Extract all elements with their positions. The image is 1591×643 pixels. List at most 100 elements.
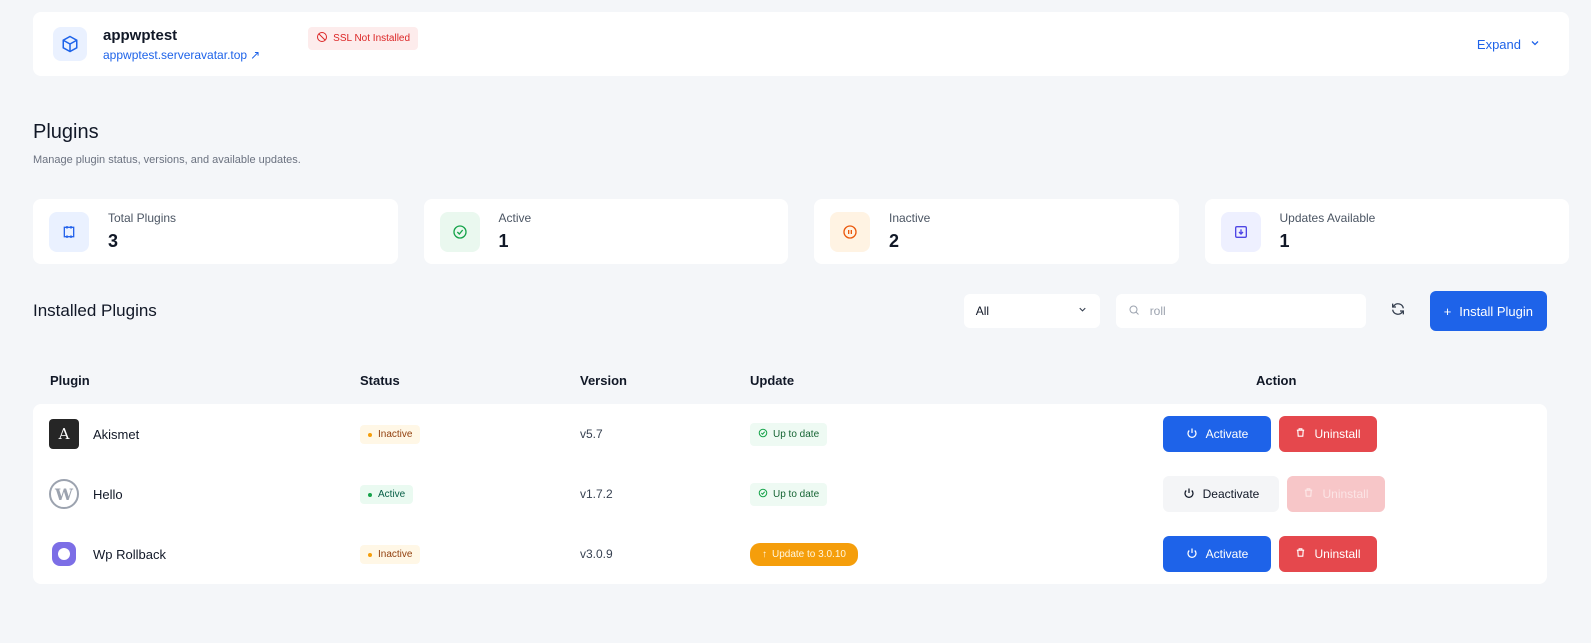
site-card: appwptest appwptest.serveravatar.top ↗ S… [33,12,1569,76]
check-circle-icon [758,488,768,501]
plugin-name: Hello [93,486,123,502]
stat-card-inactive: Inactive 2 [814,199,1179,264]
ssl-warning-icon [316,31,328,46]
stat-label: Total Plugins [108,211,177,225]
power-icon[interactable] [1186,427,1198,442]
section-title: Installed Plugins [33,301,157,320]
wordpress-logo-icon: W [49,479,79,509]
column-header-status: Status [360,372,400,388]
chevron-down-icon[interactable] [1077,304,1088,318]
update-status-text: Up to date [773,428,820,440]
activate-button[interactable]: Activate [1163,416,1271,452]
stats-row: Total Plugins 3 Active 1 Inactive 2 Upda… [33,199,1569,264]
pause-circle-icon [830,211,870,252]
status-badge: Inactive [360,425,421,445]
uninstall-label: Uninstall [1322,487,1369,501]
cube-icon [53,27,87,61]
status-filter-select[interactable]: All [963,294,1100,328]
expand-label[interactable]: Expand [1477,37,1521,52]
expand-button[interactable]: Expand [1477,37,1541,52]
deactivate-label[interactable]: Deactivate [1203,487,1260,501]
uninstall-button[interactable]: Uninstall [1279,416,1377,452]
table-row: Wp Rollback Inactive v3.0.9 ↑ Update to … [33,524,1547,584]
update-status-text: Up to date [773,488,820,500]
install-plugin-label[interactable]: Install Plugin [1459,304,1533,319]
svg-text:W: W [54,485,74,504]
table-row: A Akismet Inactive v5.7 Up to date Activ… [33,404,1547,464]
plugin-version: v5.7 [580,427,603,441]
plugin-name: Wp Rollback [93,546,166,562]
deactivate-button[interactable]: Deactivate [1163,476,1279,512]
uninstall-button-disabled: Uninstall [1287,476,1385,512]
search-value[interactable]: roll [1150,304,1166,318]
column-header-plugin: Plugin [50,372,90,388]
refresh-icon[interactable] [1390,301,1406,322]
activate-label[interactable]: Activate [1206,547,1249,561]
uninstall-label[interactable]: Uninstall [1314,547,1360,561]
site-url-link[interactable]: appwptest.serveravatar.top ↗ [103,48,260,62]
power-icon[interactable] [1186,547,1198,562]
status-dot-icon [368,492,372,497]
akismet-logo-icon: A [49,419,79,449]
plugins-table: Plugin Status Version Update Action A Ak… [33,356,1547,584]
site-url-text[interactable]: appwptest.serveravatar.top [103,48,247,62]
external-link-icon[interactable]: ↗ [250,48,260,62]
status-badge: Inactive [360,545,421,565]
stat-value: 1 [498,231,509,251]
arrow-up-icon[interactable]: ↑ [762,549,767,560]
stat-label: Inactive [889,211,931,225]
site-meta: appwptest appwptest.serveravatar.top ↗ [103,27,260,62]
table-body: A Akismet Inactive v5.7 Up to date Activ… [33,404,1547,584]
column-header-update: Update [750,372,795,388]
stat-label: Active [498,211,532,225]
plugin-version: v1.7.2 [580,487,613,501]
filter-value[interactable]: All [976,304,989,318]
column-header-version: Version [580,372,627,388]
plus-icon[interactable]: + [1444,304,1452,319]
stat-value: 1 [1279,231,1290,251]
trash-icon [1303,487,1314,501]
ssl-status-text: SSL Not Installed [333,32,411,44]
update-status-badge: Up to date [750,482,828,506]
power-icon[interactable] [1183,487,1195,502]
search-icon [1128,304,1140,319]
trash-icon[interactable] [1295,427,1306,441]
download-box-icon [1220,211,1261,252]
search-input[interactable]: roll [1115,294,1366,328]
ssl-status-badge: SSL Not Installed [308,26,419,50]
plugin-name: Akismet [93,426,140,442]
stat-label: Updates Available [1279,211,1376,225]
plugins-toolbar: Installed Plugins All roll + Install Plu… [33,291,1547,331]
plugin-icon [49,211,89,252]
check-circle-icon [439,211,480,252]
activate-button[interactable]: Activate [1163,536,1271,572]
site-name: appwptest [103,26,178,44]
status-text: Active [378,489,406,501]
update-available-button[interactable]: ↑ Update to 3.0.10 [750,542,858,566]
wp-rollback-logo-icon [49,539,79,569]
stat-value: 2 [889,231,900,251]
update-available-text[interactable]: Update to 3.0.10 [772,549,846,560]
status-text: Inactive [378,549,413,561]
check-circle-icon [758,428,768,441]
status-dot-icon [368,552,372,557]
chevron-down-icon[interactable] [1529,37,1541,52]
stat-card-active: Active 1 [423,199,788,264]
table-header: Plugin Status Version Update Action [33,356,1547,404]
status-dot-icon [368,432,372,437]
activate-label[interactable]: Activate [1206,427,1249,441]
uninstall-label[interactable]: Uninstall [1314,427,1360,441]
uninstall-button[interactable]: Uninstall [1279,536,1377,572]
stat-card-updates: Updates Available 1 [1204,199,1569,264]
install-plugin-button[interactable]: + Install Plugin [1429,291,1547,331]
stat-card-total: Total Plugins 3 [33,199,398,264]
trash-icon[interactable] [1295,547,1306,561]
update-status-badge: Up to date [750,422,828,446]
page-title: Plugins [33,121,99,143]
refresh-button[interactable] [1384,297,1412,325]
column-header-action: Action [1256,372,1297,388]
status-badge: Active [360,485,414,505]
page-subtitle: Manage plugin status, versions, and avai… [33,154,301,166]
status-text: Inactive [378,429,413,441]
plugin-version: v3.0.9 [580,547,613,561]
